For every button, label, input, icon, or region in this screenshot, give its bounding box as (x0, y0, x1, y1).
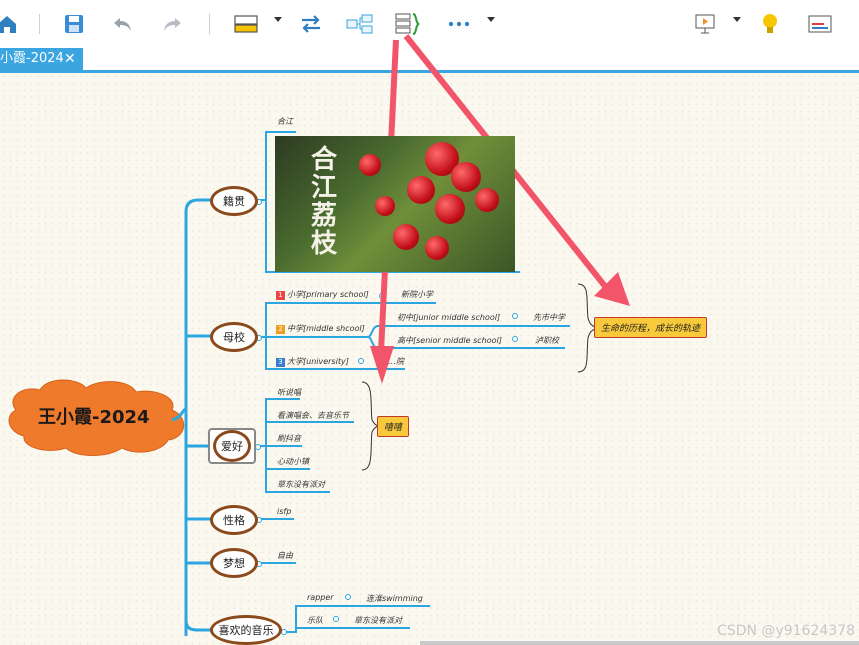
summary-life-callout[interactable]: 生命的历程，成长的轨迹 (594, 317, 708, 338)
school-middle[interactable]: 2 中学[middle shcool] (276, 323, 365, 334)
hobby-item[interactable]: 草东没有派对 (277, 479, 325, 490)
photo-caption: 合江荔枝 (311, 145, 340, 259)
personality-child[interactable]: isfp (277, 507, 291, 516)
hobbies-bracket (361, 381, 380, 471)
school-senior[interactable]: 高中[senior middle school] (397, 335, 502, 346)
summary-haha-callout[interactable]: 嘻嘻 (377, 416, 410, 437)
branch-hobbies-selected[interactable]: 爱好 (208, 428, 256, 464)
priority-3-icon: 3 (276, 358, 285, 367)
branch-personality[interactable]: 性格 (210, 505, 258, 535)
hobby-item[interactable]: 看演唱会、去音乐节 (277, 410, 349, 421)
hobby-item[interactable]: 听说唱 (277, 387, 301, 398)
branch-hobbies: 爱好 (213, 430, 251, 462)
school-primary-name[interactable]: 新院小学 (401, 289, 433, 300)
horizontal-scrollbar[interactable] (420, 641, 859, 645)
watermark: CSDN @y91624378 (717, 623, 855, 639)
school-junior[interactable]: 初中[junior middle school] (397, 312, 500, 323)
school-university[interactable]: 3 大学[university] (276, 356, 349, 367)
hobby-item[interactable]: 心动小镇 (277, 456, 309, 467)
priority-1-icon: 1 (276, 291, 285, 300)
branch-hometown[interactable]: 籍贯 (210, 186, 258, 216)
hometown-child[interactable]: 合江 (277, 116, 293, 127)
lychee-photo: 合江荔枝 (275, 136, 515, 272)
branch-music[interactable]: 喜欢的音乐 (210, 615, 282, 645)
music-rapper-name[interactable]: 连淮swimming (366, 593, 423, 604)
priority-2-icon: 2 (276, 325, 285, 334)
school-senior-name[interactable]: 泸职校 (535, 335, 559, 346)
music-band[interactable]: 乐队 (307, 615, 323, 626)
school-primary[interactable]: 1 小学[primary school] (276, 289, 369, 300)
school-junior-name[interactable]: 先市中学 (533, 312, 565, 323)
music-rapper[interactable]: rapper (307, 593, 334, 602)
root-topic[interactable]: 王小霞-2024 (38, 403, 150, 429)
branch-lines (171, 198, 212, 636)
hobby-item[interactable]: 刷抖音 (277, 433, 301, 444)
dream-child[interactable]: 自由 (277, 550, 293, 561)
branch-dream[interactable]: 梦想 (210, 548, 258, 578)
branch-schools[interactable]: 母校 (210, 322, 258, 352)
school-university-name[interactable]: …院 (388, 356, 404, 367)
music-band-name[interactable]: 草东没有派对 (354, 615, 402, 626)
